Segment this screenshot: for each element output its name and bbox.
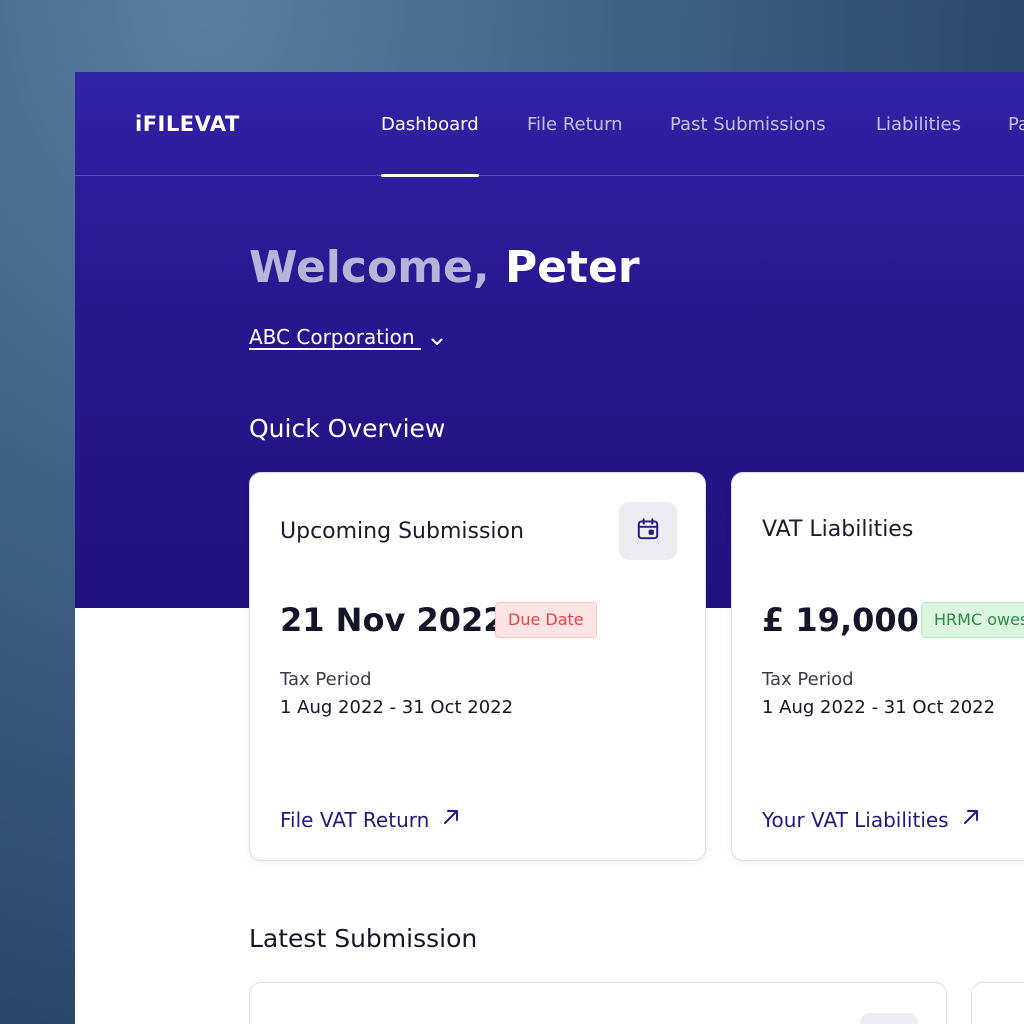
latest-submission-title: Latest Submission xyxy=(249,924,478,953)
arrow-up-right-icon xyxy=(429,807,461,832)
nav-item-partial[interactable]: Pa xyxy=(1008,114,1024,135)
link-label: Your VAT Liabilities xyxy=(762,807,949,832)
vat-liabilities-card: VAT Liabilities £ 19,000 HRMC owes Tax P… xyxy=(731,472,1024,861)
brand-logo[interactable]: iFILEVAT xyxy=(135,112,240,136)
calendar-button[interactable] xyxy=(619,502,677,560)
top-navbar: iFILEVAT Dashboard File Return Past Subm… xyxy=(75,72,1024,177)
submission-date: 21 Nov 2022 xyxy=(280,601,506,639)
welcome-heading: Welcome, Peter xyxy=(249,242,640,293)
hrmc-owes-badge: HRMC owes xyxy=(921,602,1024,638)
file-vat-return-link[interactable]: File VAT Return xyxy=(280,807,461,832)
nav-file-return[interactable]: File Return xyxy=(527,114,623,135)
liability-amount: £ 19,000 xyxy=(762,601,919,639)
nav-active-indicator xyxy=(381,174,479,177)
company-selector[interactable]: ABC Corporation xyxy=(249,325,443,351)
company-name: ABC Corporation xyxy=(249,325,415,349)
due-date-badge: Due Date xyxy=(495,602,597,638)
quick-overview-title: Quick Overview xyxy=(249,414,446,443)
card-action-button[interactable] xyxy=(860,1013,918,1024)
card-title: Upcoming Submission xyxy=(280,519,524,544)
app-window: iFILEVAT Dashboard File Return Past Subm… xyxy=(75,72,1024,1024)
nav-liabilities[interactable]: Liabilities xyxy=(876,114,961,135)
upcoming-submission-card: Upcoming Submission 21 Nov 2022 Due Date… xyxy=(249,472,706,861)
latest-submission-card xyxy=(249,982,947,1024)
calendar-icon xyxy=(635,516,661,546)
tax-period-value: 1 Aug 2022 - 31 Oct 2022 xyxy=(762,697,996,718)
latest-submission-card-secondary xyxy=(971,982,1024,1024)
link-label: File VAT Return xyxy=(280,807,430,832)
chevron-down-icon xyxy=(431,327,443,351)
welcome-greeting: Welcome, xyxy=(249,242,490,293)
card-title: VAT Liabilities xyxy=(762,517,914,542)
tax-period-value: 1 Aug 2022 - 31 Oct 2022 xyxy=(280,697,514,718)
nav-dashboard[interactable]: Dashboard xyxy=(381,114,479,135)
nav-past-submissions[interactable]: Past Submissions xyxy=(670,114,826,135)
your-vat-liabilities-link[interactable]: Your VAT Liabilities xyxy=(762,807,981,832)
welcome-user-name: Peter xyxy=(504,242,640,293)
tax-period-label: Tax Period xyxy=(762,669,854,690)
arrow-up-right-icon xyxy=(949,807,981,832)
tax-period-label: Tax Period xyxy=(280,669,372,690)
